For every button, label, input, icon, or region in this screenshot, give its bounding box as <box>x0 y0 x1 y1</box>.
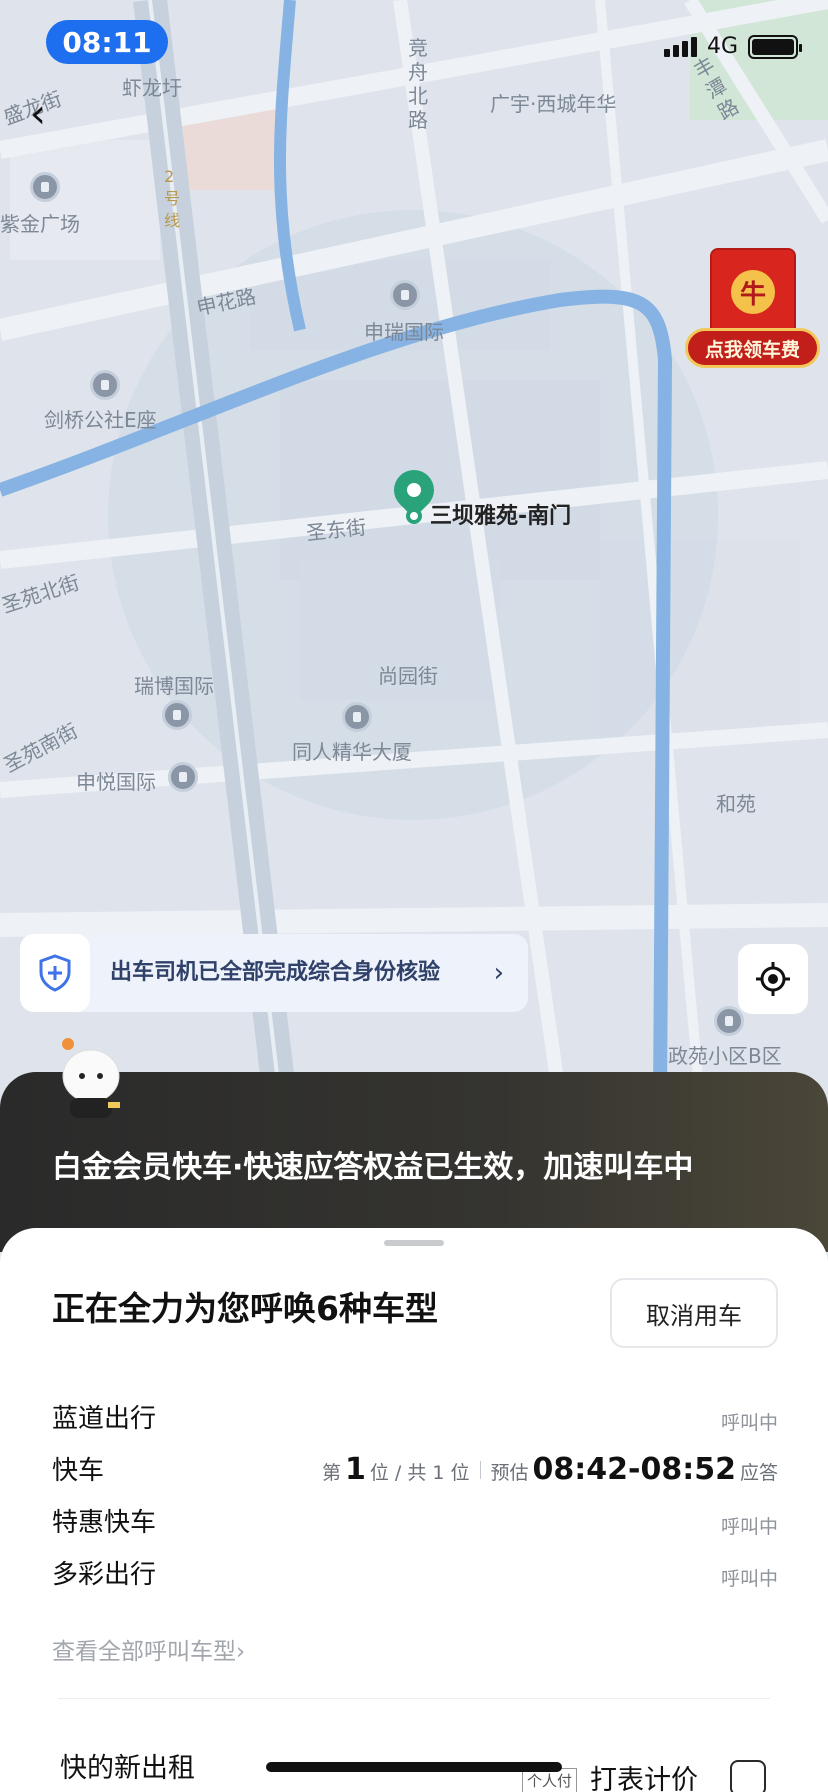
chevron-right-icon: › <box>493 958 504 988</box>
poi-icon <box>90 370 120 400</box>
network-type: 4G <box>706 34 738 59</box>
view-all-label: 查看全部呼叫车型 <box>52 1639 236 1665</box>
crosshair-icon <box>756 962 790 996</box>
map-label: 申悦国际 <box>76 770 156 794</box>
map-label: 和苑 <box>716 792 756 816</box>
car-type-name: 蓝道出行 <box>52 1404 157 1434</box>
chevron-right-icon: › <box>236 1639 246 1665</box>
car-type-name: 多彩出行 <box>52 1560 157 1590</box>
taxi-option-name: 快的新出租 <box>60 1753 195 1784</box>
promo-text: 白金会员快车·快速应答权益已生效，加速叫车中 <box>52 1150 694 1185</box>
poi-icon <box>390 280 420 310</box>
queue-prefix: 第 <box>321 1462 341 1484</box>
locate-button[interactable] <box>738 944 808 1014</box>
poi-icon <box>342 702 372 732</box>
meter-label: 打表计价 <box>590 1765 698 1792</box>
map-label: 尚园街 <box>378 664 438 688</box>
mascot-icon <box>56 1036 126 1126</box>
cancel-ride-button[interactable]: 取消用车 <box>610 1278 778 1348</box>
car-type-row: 多彩出行 呼叫中 <box>52 1554 778 1594</box>
verify-text: 出车司机已全部完成综合身份核验 <box>110 960 441 985</box>
destination-label: 三坝雅苑-南门 <box>430 504 572 529</box>
queue-info: 第 1 位 / 共 1 位 预估 08:42-08:52 应答 <box>322 1452 778 1487</box>
status-time: 08:11 <box>46 20 168 64</box>
map-label: 广宇·西城年华 <box>490 92 617 116</box>
eta-prefix: 预估 <box>490 1462 529 1484</box>
ox-badge: 牛 <box>731 270 775 314</box>
view-all-car-types-link[interactable]: 查看全部呼叫车型› <box>52 1632 245 1666</box>
car-type-row: 特惠快车 呼叫中 <box>52 1502 778 1542</box>
map-label: 政苑小区B区 <box>668 1044 782 1068</box>
map-label: 申瑞国际 <box>364 320 444 344</box>
drag-handle[interactable] <box>384 1240 444 1246</box>
home-indicator[interactable] <box>266 1762 562 1772</box>
signal-icon <box>663 36 697 57</box>
pin-anchor-dot <box>406 508 422 524</box>
poi-icon <box>30 172 60 202</box>
map-label: 2号线 <box>164 167 181 230</box>
queue-position: 1 <box>345 1452 366 1487</box>
car-type-status: 呼叫中 <box>720 1412 778 1434</box>
map-label: 同人精华大厦 <box>292 740 412 764</box>
car-type-row: 快车 第 1 位 / 共 1 位 预估 08:42-08:52 应答 <box>52 1450 778 1490</box>
divider <box>479 1461 481 1479</box>
status-indicators: 4G <box>663 34 802 59</box>
eta-suffix: 应答 <box>739 1462 778 1484</box>
divider <box>58 1698 770 1699</box>
poi-icon <box>714 1006 744 1036</box>
back-icon[interactable]: ‹ <box>30 94 70 134</box>
map-label: 虾龙圩 <box>122 76 182 100</box>
red-packet-promo[interactable]: 牛 点我领车费 <box>685 248 820 372</box>
car-type-row: 蓝道出行 呼叫中 <box>52 1398 778 1438</box>
car-type-status: 呼叫中 <box>720 1568 778 1590</box>
sheet-title: 正在全力为您呼唤6种车型 <box>52 1289 438 1328</box>
car-type-name: 快车 <box>52 1456 105 1486</box>
map-label: 紫金广场 <box>0 212 80 236</box>
taxi-checkbox[interactable] <box>730 1760 766 1792</box>
calling-sheet: 正在全力为您呼唤6种车型 取消用车 蓝道出行 呼叫中 快车 第 1 位 / 共 … <box>0 1228 828 1792</box>
map-label: 竞舟北路 <box>408 36 428 132</box>
car-type-status: 呼叫中 <box>720 1516 778 1538</box>
shield-icon <box>20 934 90 1012</box>
queue-suffix: 位 / 共 1 位 <box>369 1462 470 1484</box>
map-label: 剑桥公社E座 <box>44 408 157 432</box>
eta-time: 08:42-08:52 <box>532 1452 736 1487</box>
car-type-name: 特惠快车 <box>52 1508 157 1538</box>
red-packet-label: 点我领车费 <box>685 328 820 368</box>
map-label: 瑞博国际 <box>134 674 214 698</box>
driver-verify-banner[interactable]: 出车司机已全部完成综合身份核验 › <box>20 934 528 1012</box>
poi-icon <box>162 700 192 730</box>
poi-icon <box>168 762 198 792</box>
battery-icon <box>748 34 802 59</box>
